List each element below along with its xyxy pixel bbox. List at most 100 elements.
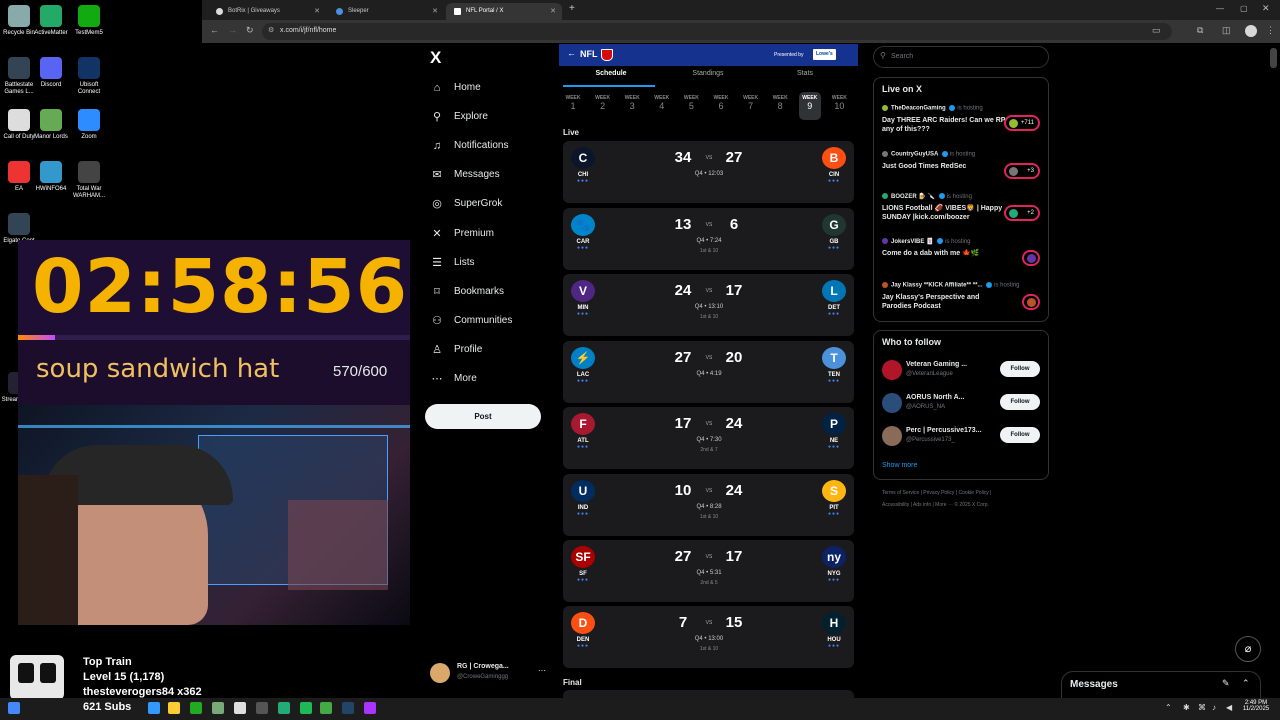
post-button[interactable]: Post (425, 404, 541, 429)
tab-nfl-portal[interactable]: NFL Portal / X ✕ (446, 3, 562, 20)
nav-item-bookmarks[interactable]: ⌑ Bookmarks (430, 284, 504, 304)
live-host-item[interactable]: TheDeaconGaming is hosting Day THREE ARC … (882, 105, 1042, 134)
follow-button[interactable]: Follow (1000, 361, 1040, 377)
nav-item-lists[interactable]: ☰ Lists (430, 255, 475, 275)
week-6[interactable]: WEEK 6 (710, 95, 732, 111)
live-host-item[interactable]: Jay Klassy **KICK Affiliate** **... is h… (882, 282, 1042, 311)
tab-standings[interactable]: Standings (658, 70, 758, 77)
steam-icon[interactable] (342, 702, 354, 714)
week-1[interactable]: WEEK 1 (562, 95, 584, 111)
game-card[interactable]: U IND ●●● S PIT ●●● 10 VS 24 Q4 • 8:28 1st & 10 (563, 474, 854, 536)
week-10[interactable]: WEEK 10 (828, 95, 850, 111)
bluetooth-icon[interactable]: ✱ (1183, 703, 1190, 712)
follow-suggestion[interactable]: Veteran Gaming ... @VeteranLeague Follow (882, 358, 1042, 382)
live-host-item[interactable]: JokersVIBE 🃏 is hosting Come do a dab wit… (882, 238, 1042, 266)
game-card[interactable]: F ATL ●●● P NE ●●● 17 VS 24 Q4 • 7:30 2nd & 7 (563, 407, 854, 469)
game-card[interactable]: 🐾 CAR ●●● G GB ●●● 13 VS 6 Q4 • 7:24 1st & 10 (563, 208, 854, 270)
game-card[interactable]: V MIN ●●● L DET ●●● 24 VS 17 Q4 • 13:10 1st & 10 (563, 274, 854, 336)
messages-drawer[interactable]: Messages ✎ ⌃ (1061, 671, 1261, 698)
week-8[interactable]: WEEK 8 (769, 95, 791, 111)
desktop-icon[interactable]: Total War WARHAM... (70, 161, 108, 200)
search-input[interactable]: ⚲ Search (873, 46, 1049, 68)
nav-item-messages[interactable]: ✉ Messages (430, 167, 499, 187)
desktop-icon[interactable]: ActiveMatter (32, 5, 70, 37)
clock[interactable]: 2:49 PM 11/2/2025 (1240, 700, 1272, 712)
follow-suggestion[interactable]: Perc | Percussive173... @Percussive173_ Fo… (882, 424, 1042, 448)
spotify-icon[interactable] (300, 702, 312, 714)
nav-item-home[interactable]: ⌂ Home (430, 80, 481, 100)
week-9[interactable]: WEEK 9 (799, 95, 821, 111)
tab-botrix[interactable]: BotRix | Giveaways ✕ (208, 3, 326, 20)
chevron-up-icon[interactable]: ⌃ (1242, 678, 1250, 689)
start-icon[interactable] (8, 702, 20, 714)
week-3[interactable]: WEEK 3 (621, 95, 643, 111)
footer-links[interactable]: Terms of Service | Privacy Policy | Cook… (882, 490, 991, 496)
new-tab-button[interactable]: + (569, 3, 575, 14)
week-5[interactable]: WEEK 5 (680, 95, 702, 111)
nav-item-communities[interactable]: ⚇ Communities (430, 313, 512, 333)
extensions-icon[interactable]: ⧉ (1197, 25, 1203, 36)
listener-badge[interactable] (1022, 294, 1040, 310)
tab-sleeper[interactable]: Sleeper ✕ (328, 3, 444, 20)
xbox-icon[interactable] (278, 702, 290, 714)
forward-icon[interactable]: → (228, 25, 237, 35)
listener-badge[interactable]: +711 (1004, 115, 1040, 131)
close-icon[interactable]: ✕ (550, 7, 556, 15)
game-card[interactable]: C CHI ●●● B CIN ●●● 34 VS 27 Q4 • 12:03 (563, 141, 854, 203)
show-more-link[interactable]: Show more (882, 462, 917, 469)
desktop-icon[interactable]: Zoom (70, 109, 108, 141)
obs-icon[interactable] (212, 702, 224, 714)
file-explorer-icon[interactable] (148, 702, 160, 714)
desktop-icon[interactable]: Ubisoft Connect (70, 57, 108, 96)
back-icon[interactable]: ← (210, 25, 219, 35)
x-logo[interactable]: X (430, 48, 441, 68)
close-icon[interactable]: ✕ (432, 7, 438, 15)
desktop-icon[interactable]: Manor Lords (32, 109, 70, 141)
site-info-icon[interactable]: ⚙ (268, 26, 274, 34)
minimize-button[interactable]: — (1216, 4, 1224, 13)
game-card[interactable]: D DEN ●●● H HOU ●●● 7 VS 15 Q4 • 13:00 1st & 10 (563, 606, 854, 668)
grok-icon[interactable]: ⌀ (1235, 636, 1261, 662)
tab-stats[interactable]: Stats (755, 70, 855, 77)
nav-item-notifications[interactable]: ♫ Notifications (430, 138, 509, 158)
discord-icon[interactable] (364, 702, 376, 714)
close-icon[interactable]: ✕ (314, 7, 320, 15)
follow-button[interactable]: Follow (1000, 394, 1040, 410)
close-window-button[interactable]: ✕ (1262, 3, 1270, 14)
sidepanel-icon[interactable]: ◫ (1222, 25, 1231, 36)
maximize-button[interactable]: ▢ (1240, 4, 1248, 13)
folder-icon[interactable] (168, 702, 180, 714)
back-arrow-icon[interactable]: ← (567, 48, 576, 58)
compose-icon[interactable]: ✎ (1222, 678, 1230, 689)
follow-suggestion[interactable]: AORUS North A... @AORUS_NA Follow (882, 391, 1042, 415)
live-host-item[interactable]: CountryGuyUSA is hosting Just Good Times … (882, 151, 1042, 179)
app-icon[interactable] (320, 702, 332, 714)
week-7[interactable]: WEEK 7 (740, 95, 762, 111)
menu-icon[interactable]: ⋮ (1266, 25, 1275, 36)
footer-links-2[interactable]: Accessibility | Ads info | More ··· © 20… (882, 502, 989, 508)
nav-item-explore[interactable]: ⚲ Explore (430, 109, 488, 129)
final-game-card[interactable] (563, 690, 854, 698)
tab-schedule[interactable]: Schedule (561, 70, 661, 77)
speaker-icon[interactable]: ♪ (1212, 703, 1216, 712)
follow-button[interactable]: Follow (1000, 427, 1040, 443)
week-2[interactable]: WEEK 2 (592, 95, 614, 111)
network-icon[interactable]: ⌘ (1198, 703, 1206, 712)
nav-item-more[interactable]: ⋯ More (430, 371, 477, 391)
nav-item-supergrok[interactable]: ◎ SuperGrok (430, 196, 502, 216)
week-4[interactable]: WEEK 4 (651, 95, 673, 111)
address-bar[interactable]: ⚙ x.com/i/jf/nfl/home (262, 23, 1172, 40)
listener-badge[interactable]: +2 (1004, 205, 1040, 221)
reload-icon[interactable]: ↻ (246, 25, 254, 36)
profile-avatar[interactable] (1245, 25, 1257, 37)
nav-item-profile[interactable]: ♙ Profile (430, 342, 482, 362)
tray-chevron-icon[interactable]: ⌃ (1165, 703, 1172, 712)
app-icon[interactable] (190, 702, 202, 714)
desktop-icon[interactable]: HWiNFO64 (32, 161, 70, 193)
game-card[interactable]: SF SF ●●● ny NYG ●●● 27 VS 17 Q4 • 5:31 2nd & 5 (563, 540, 854, 602)
terminal-icon[interactable] (256, 702, 268, 714)
nav-item-premium[interactable]: ✕ Premium (430, 226, 494, 246)
install-icon[interactable]: ▭ (1152, 25, 1161, 36)
listener-badge[interactable]: +3 (1004, 163, 1040, 179)
volume-icon[interactable]: ◀ (1226, 703, 1232, 712)
